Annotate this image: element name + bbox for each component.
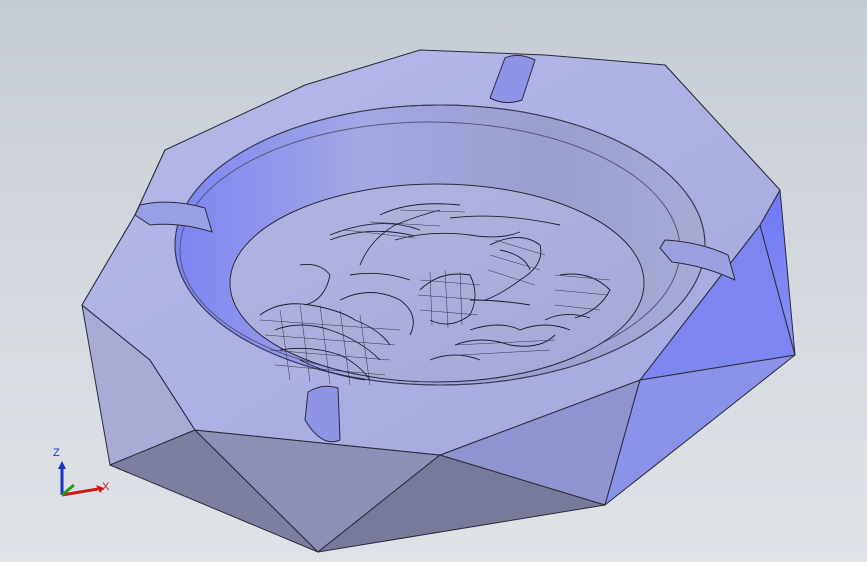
graphics-viewport[interactable]: Z X (0, 0, 867, 562)
coordinate-triad: Z X (40, 445, 120, 515)
bowl-floor (229, 183, 645, 383)
x-axis-label: X (102, 481, 110, 493)
ashtray-model[interactable] (0, 0, 867, 562)
triad-graphic (58, 461, 104, 497)
z-axis-label: Z (53, 447, 60, 459)
